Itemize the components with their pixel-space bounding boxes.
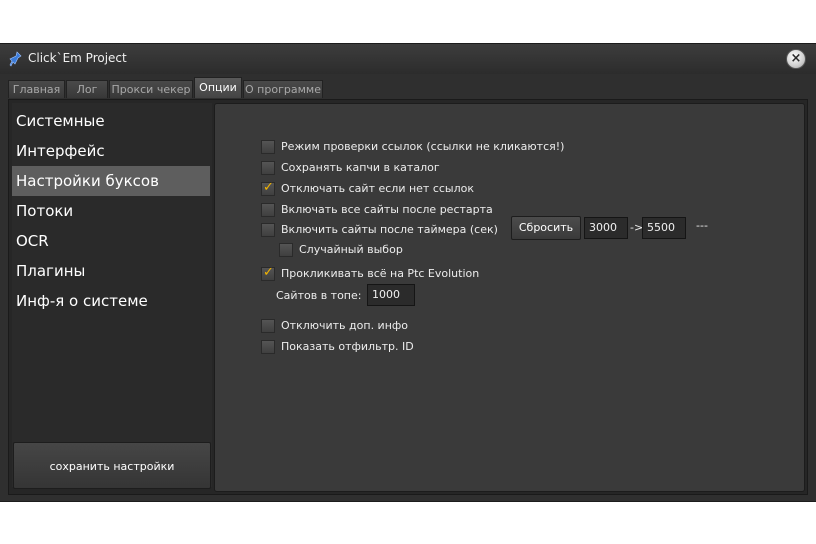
option-save-captcha[interactable]: Сохранять капчи в каталог bbox=[261, 160, 440, 176]
tab-options[interactable]: Опции bbox=[194, 77, 242, 98]
sidebar-item-interface[interactable]: Интерфейс bbox=[12, 136, 210, 166]
option-label: Режим проверки ссылок (ссылки не кликают… bbox=[281, 140, 565, 153]
option-label: Случайный выбор bbox=[299, 243, 403, 256]
reset-button[interactable]: Сбросить bbox=[511, 216, 581, 240]
option-label: Сохранять капчи в каталог bbox=[281, 161, 440, 174]
sites-in-top-input[interactable]: 1000 bbox=[367, 284, 415, 306]
settings-sidebar: Системные Интерфейс Настройки буксов Пот… bbox=[12, 103, 212, 487]
timer-to-input[interactable]: 5500 bbox=[642, 217, 686, 239]
checkbox[interactable] bbox=[261, 340, 275, 354]
window-title: Click`Em Project bbox=[28, 51, 127, 65]
tab-main[interactable]: Главная bbox=[8, 80, 65, 98]
sidebar-item-system-info[interactable]: Инф-я о системе bbox=[12, 286, 210, 316]
sidebar-item-plugins[interactable]: Плагины bbox=[12, 256, 210, 286]
option-disable-extra-info[interactable]: Отключить доп. инфо bbox=[261, 318, 408, 334]
checkbox[interactable] bbox=[279, 243, 293, 257]
option-ptc-evolution[interactable]: ✓ Прокликивать всё на Ptc Evolution bbox=[261, 265, 480, 282]
title-bar: Click`Em Project × bbox=[0, 44, 816, 74]
checkbox[interactable] bbox=[261, 319, 275, 333]
option-label: Включить сайты после таймера (сек) bbox=[281, 223, 498, 236]
option-label: Отключить доп. инфо bbox=[281, 319, 409, 332]
checkbox[interactable]: ✓ bbox=[261, 265, 275, 281]
option-show-filtered-id[interactable]: Показать отфильтр. ID bbox=[261, 339, 414, 355]
sidebar-item-system[interactable]: Системные bbox=[12, 106, 210, 136]
timer-dashes: --- bbox=[696, 219, 708, 232]
option-enable-all-after-restart[interactable]: Включать все сайты после рестарта bbox=[261, 202, 493, 218]
checkbox[interactable] bbox=[261, 223, 275, 237]
tab-about[interactable]: О программе bbox=[243, 80, 323, 98]
app-window: Click`Em Project × Главная Лог Прокси че… bbox=[0, 43, 816, 502]
option-label: Показать отфильтр. ID bbox=[281, 340, 414, 353]
close-icon: × bbox=[790, 51, 802, 66]
timer-from-input[interactable]: 3000 bbox=[584, 217, 628, 239]
option-enable-after-timer[interactable]: Включить сайты после таймера (сек) bbox=[261, 222, 498, 238]
save-settings-button[interactable]: сохранить настройки bbox=[13, 442, 211, 489]
sidebar-item-threads[interactable]: Потоки bbox=[12, 196, 210, 226]
close-button[interactable]: × bbox=[786, 49, 806, 69]
sidebar-item-ocr[interactable]: OCR bbox=[12, 226, 210, 256]
option-random-choice[interactable]: Случайный выбор bbox=[279, 242, 403, 258]
checkbox[interactable] bbox=[261, 203, 275, 217]
option-label: Отключать сайт если нет ссылок bbox=[281, 182, 475, 195]
option-disable-site-no-links[interactable]: ✓ Отключать сайт если нет ссылок bbox=[261, 180, 475, 197]
option-check-links[interactable]: Режим проверки ссылок (ссылки не кликают… bbox=[261, 139, 564, 155]
option-label: Включать все сайты после рестарта bbox=[281, 203, 493, 216]
sidebar-item-box-settings[interactable]: Настройки буксов bbox=[12, 166, 210, 196]
checkbox[interactable] bbox=[261, 161, 275, 175]
checkbox[interactable]: ✓ bbox=[261, 180, 275, 196]
checkbox[interactable] bbox=[261, 140, 275, 154]
sites-in-top-label: Сайтов в топе: bbox=[276, 289, 362, 302]
option-label: Прокликивать всё на Ptc Evolution bbox=[281, 267, 480, 280]
checkmark-icon: ✓ bbox=[263, 265, 274, 280]
tab-proxy-checker[interactable]: Прокси чекер bbox=[109, 80, 193, 98]
checkmark-icon: ✓ bbox=[263, 180, 274, 195]
options-panel: Режим проверки ссылок (ссылки не кликают… bbox=[214, 103, 805, 492]
tab-log[interactable]: Лог bbox=[66, 80, 108, 98]
pin-icon bbox=[9, 51, 22, 67]
